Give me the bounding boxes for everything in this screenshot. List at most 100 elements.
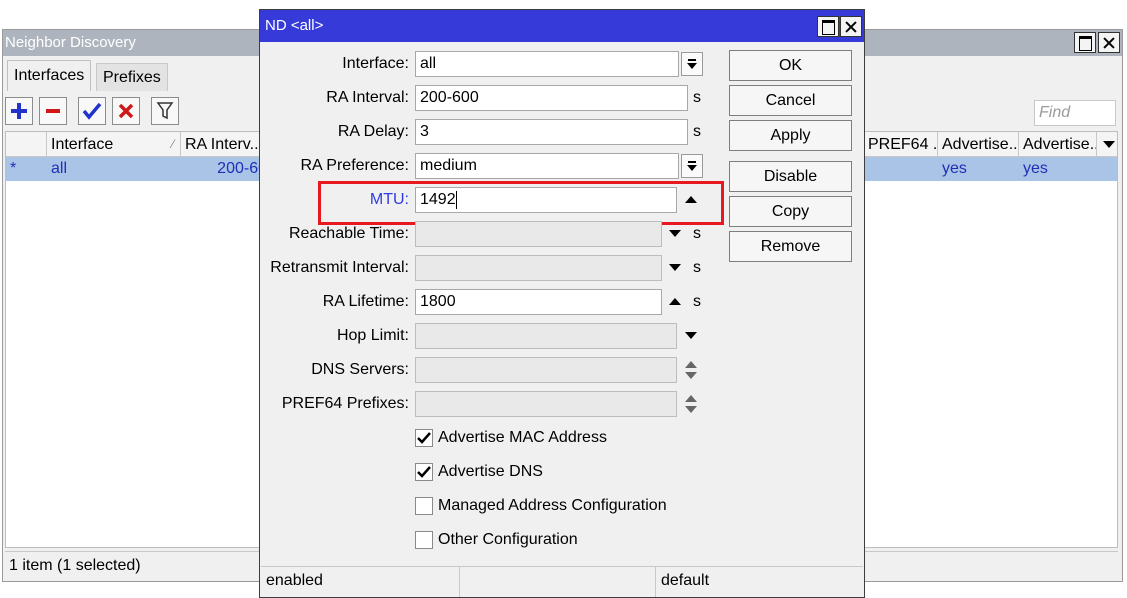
cell-ra-interval: 200-60	[217, 160, 267, 177]
status-default: default	[661, 572, 710, 589]
interface-select[interactable]: all	[415, 51, 679, 77]
disable-button[interactable]: Disable	[729, 161, 852, 192]
ra-lifetime-label: RA Lifetime:	[322, 293, 409, 310]
up-down-arrows-icon	[685, 395, 697, 413]
mtu-collapse-button[interactable]	[683, 187, 699, 213]
remove-button[interactable]	[39, 97, 67, 125]
plus-icon	[11, 103, 27, 119]
checkbox-box	[415, 463, 433, 481]
pref64-prefixes-input[interactable]	[415, 391, 677, 417]
checkbox-label: Managed Address Configuration	[438, 497, 667, 514]
minus-icon	[46, 109, 60, 113]
triangle-up-icon	[669, 298, 681, 305]
dns-servers-input[interactable]	[415, 357, 677, 383]
checkbox-label: Other Configuration	[438, 531, 578, 548]
ra-lifetime-unit: s	[693, 293, 701, 310]
cell-advertise-2: yes	[1023, 160, 1048, 177]
enable-button[interactable]	[78, 97, 106, 125]
status-enabled: enabled	[261, 567, 460, 597]
checkbox-label: Advertise DNS	[438, 463, 543, 480]
reachable-time-input[interactable]	[415, 221, 662, 247]
column-header-advertise-1[interactable]: Advertise...	[938, 132, 1019, 157]
ra-preference-dropdown-button[interactable]	[681, 154, 703, 178]
triangle-down-icon	[669, 264, 681, 271]
checkbox-box	[415, 531, 433, 549]
retransmit-interval-label: Retransmit Interval:	[270, 259, 409, 276]
close-icon[interactable]	[840, 16, 862, 37]
row-marker: *	[10, 160, 17, 177]
ra-lifetime-collapse-button[interactable]	[667, 289, 683, 315]
dialog-status-bar: enabled default	[261, 566, 863, 597]
ra-lifetime-input[interactable]: 1800	[415, 289, 662, 315]
ra-delay-unit: s	[693, 123, 701, 140]
cancel-button[interactable]: Cancel	[729, 85, 852, 116]
cell-interface: all	[51, 160, 68, 177]
column-header-ra-interval[interactable]: RA Interv...	[181, 132, 271, 157]
copy-button[interactable]: Copy	[729, 196, 852, 227]
ra-delay-label: RA Delay:	[337, 123, 409, 140]
up-down-arrows-icon	[685, 361, 697, 379]
dns-servers-label: DNS Servers:	[311, 361, 409, 378]
text-cursor	[455, 190, 457, 209]
other-configuration-checkbox[interactable]: Other Configuration	[415, 528, 578, 552]
remove-button[interactable]: Remove	[729, 231, 852, 262]
check-icon	[82, 102, 102, 120]
triangle-down-icon	[685, 332, 697, 339]
find-input[interactable]: Find	[1034, 100, 1116, 126]
managed-address-configuration-checkbox[interactable]: Managed Address Configuration	[415, 494, 667, 518]
tab-interfaces[interactable]: Interfaces	[7, 60, 92, 91]
maximize-icon[interactable]	[1074, 32, 1096, 53]
triangle-up-icon	[685, 196, 697, 203]
retransmit-interval-unit: s	[693, 259, 701, 276]
column-header-pref64[interactable]: PREF64 ...	[864, 132, 938, 157]
filter-button[interactable]	[151, 97, 179, 125]
ra-interval-label: RA Interval:	[326, 89, 409, 106]
ra-interval-input[interactable]: 200-600	[415, 85, 688, 111]
ra-preference-select[interactable]: medium	[415, 153, 679, 179]
advertise-mac-address-checkbox[interactable]: Advertise MAC Address	[415, 426, 607, 450]
dropdown-arrow-icon	[687, 161, 697, 171]
pref64-prefixes-label: PREF64 Prefixes:	[281, 395, 409, 412]
cell-advertise-1: yes	[942, 160, 967, 177]
checkmark-icon	[417, 466, 431, 478]
dns-servers-updown-button[interactable]	[683, 357, 699, 383]
triangle-down-icon	[669, 230, 681, 237]
hop-limit-input[interactable]	[415, 323, 677, 349]
mtu-input[interactable]: 1492	[415, 187, 677, 213]
ok-button[interactable]: OK	[729, 50, 852, 81]
retransmit-interval-input[interactable]	[415, 255, 662, 281]
sort-icon: ⁄	[171, 137, 174, 151]
ra-preference-label: RA Preference:	[300, 157, 410, 174]
chevron-down-icon	[1103, 140, 1115, 148]
disable-button[interactable]	[112, 97, 140, 125]
interface-label: Interface:	[342, 55, 409, 72]
ra-delay-input[interactable]: 3	[415, 119, 688, 145]
mtu-label: MTU:	[369, 191, 409, 208]
pref64-prefixes-updown-button[interactable]	[683, 391, 699, 417]
advertise-dns-checkbox[interactable]: Advertise DNS	[415, 460, 543, 484]
interface-dropdown-button[interactable]	[681, 52, 703, 76]
column-header-marker	[6, 132, 47, 157]
ra-interval-unit: s	[693, 89, 701, 106]
status-middle	[460, 567, 656, 597]
checkbox-label: Advertise MAC Address	[438, 429, 607, 446]
reachable-time-expand-button[interactable]	[667, 221, 683, 247]
checkmark-icon	[417, 432, 431, 444]
hop-limit-label: Hop Limit:	[336, 327, 409, 344]
column-header-interface[interactable]: Interface ⁄	[47, 132, 181, 157]
reachable-time-unit: s	[693, 225, 701, 242]
column-header-advertise-2[interactable]: Advertise...	[1019, 132, 1097, 157]
apply-button[interactable]: Apply	[729, 120, 852, 151]
hop-limit-expand-button[interactable]	[683, 323, 699, 349]
checkbox-box	[415, 497, 433, 515]
columns-menu-button[interactable]	[1098, 132, 1120, 157]
tab-prefixes[interactable]: Prefixes	[96, 63, 168, 91]
dialog-title: ND <all>	[260, 10, 864, 42]
maximize-icon[interactable]	[817, 16, 839, 37]
reachable-time-label: Reachable Time:	[288, 225, 409, 242]
close-icon[interactable]	[1098, 32, 1120, 53]
add-button[interactable]	[5, 97, 33, 125]
retransmit-interval-expand-button[interactable]	[667, 255, 683, 281]
dropdown-arrow-icon	[687, 59, 697, 69]
cross-icon	[118, 103, 134, 119]
